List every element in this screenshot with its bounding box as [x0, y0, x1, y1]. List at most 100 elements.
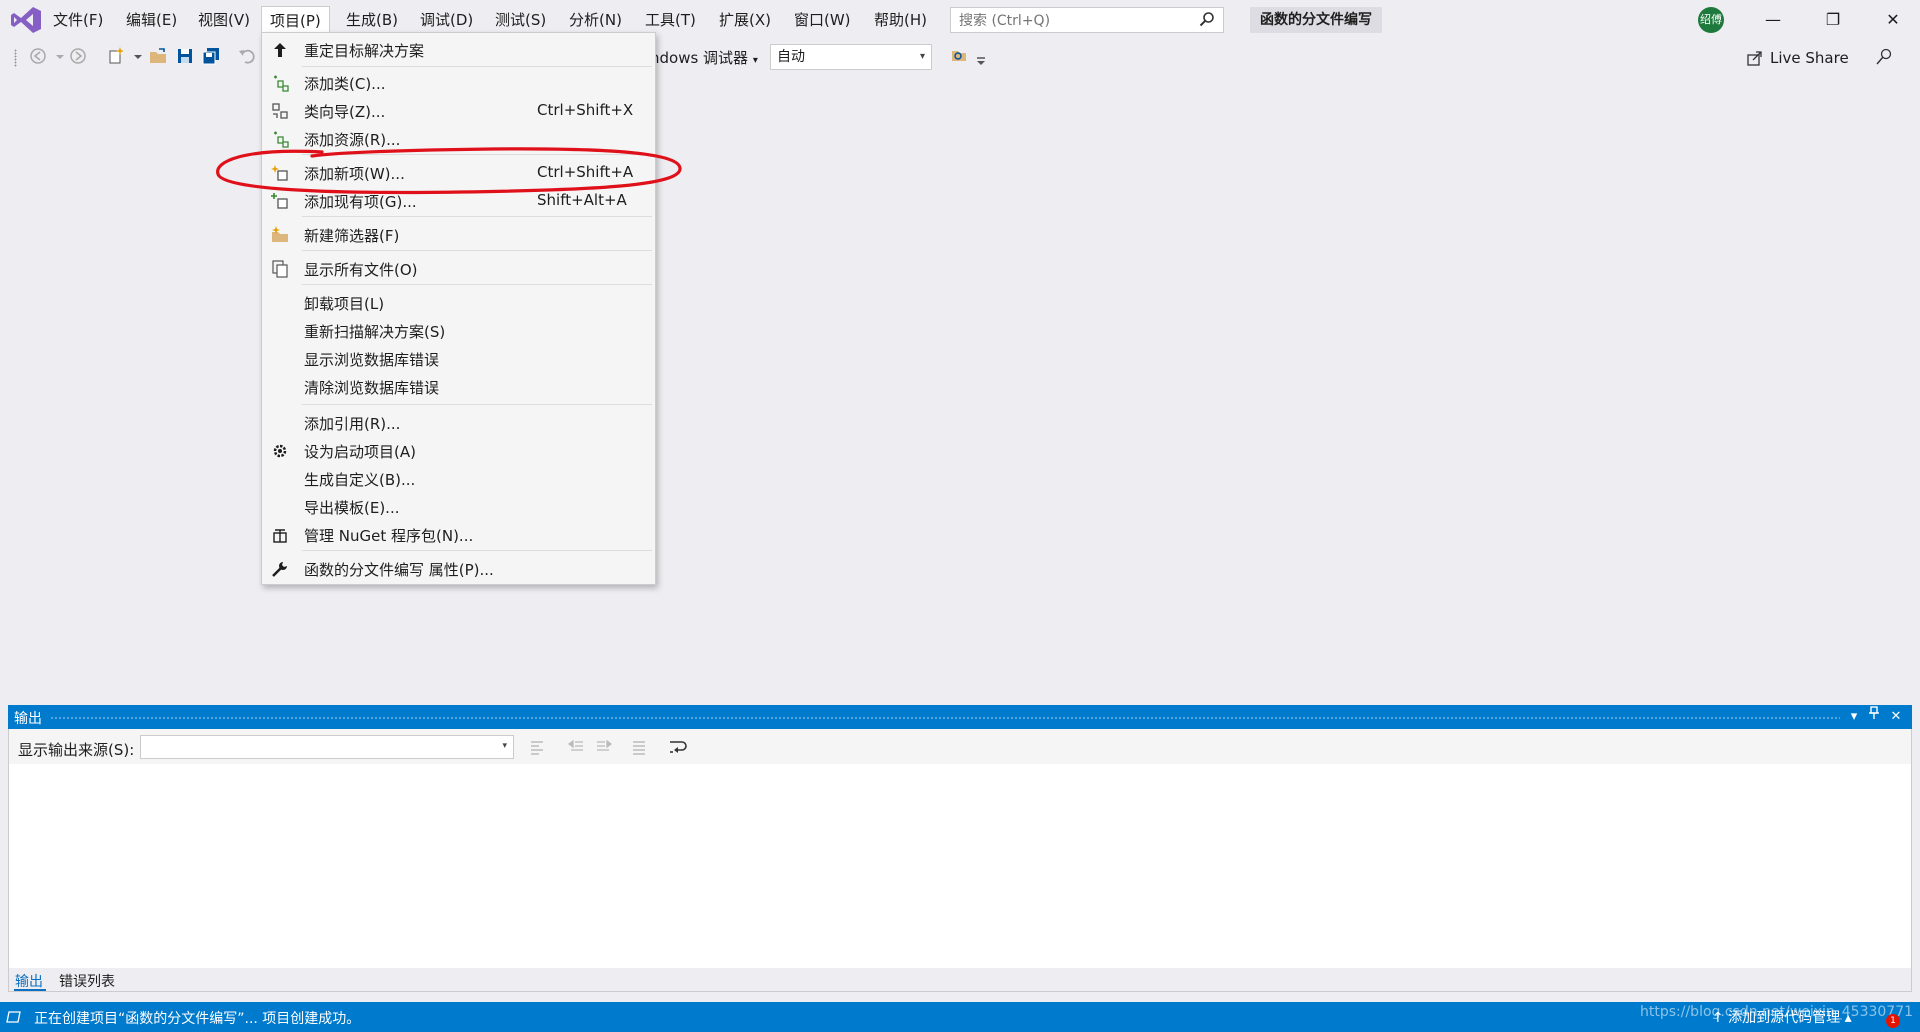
menu-item-add-class[interactable]: 添加类(C)...: [262, 70, 655, 96]
tab-error-list[interactable]: 错误列表: [59, 971, 115, 991]
open-folder-icon[interactable]: [148, 46, 168, 66]
menu-separator: [302, 404, 652, 405]
output-header-grip[interactable]: [50, 716, 1840, 720]
menu-analyze[interactable]: 分析(N): [561, 6, 630, 34]
search-icon[interactable]: [1199, 11, 1215, 27]
menu-item-label: 函数的分文件编写 属性(P)...: [304, 561, 494, 579]
toolbar-options-icon[interactable]: [972, 50, 992, 70]
output-panel-title: 输出: [14, 711, 42, 727]
notification-badge[interactable]: 1: [1886, 1014, 1900, 1028]
menu-item-show-browse-db-errors[interactable]: 显示浏览数据库错误: [262, 346, 655, 372]
live-share-button[interactable]: Live Share: [1770, 47, 1849, 69]
menu-item-unload-project[interactable]: 卸载项目(L): [262, 290, 655, 316]
menu-build[interactable]: 生成(B): [338, 6, 406, 34]
menu-item-class-wizard[interactable]: 类向导(Z)... Ctrl+Shift+X: [262, 98, 655, 124]
chevron-down-icon: ▾: [502, 741, 507, 751]
debugger-label[interactable]: ndows 调试器 ▾: [650, 47, 758, 69]
pin-icon[interactable]: [1864, 706, 1884, 728]
menu-item-new-filter[interactable]: 新建筛选器(F): [262, 222, 655, 248]
output-source-label: 显示输出来源(S):: [18, 741, 135, 759]
search-input[interactable]: [957, 9, 1191, 33]
avatar[interactable]: 绍傅: [1698, 7, 1724, 33]
search-box[interactable]: [950, 7, 1224, 33]
menu-item-set-startup-project[interactable]: 设为启动项目(A): [262, 438, 655, 464]
undo-icon[interactable]: [237, 46, 257, 66]
menu-window[interactable]: 窗口(W): [786, 6, 859, 34]
menu-item-rescan-solution[interactable]: 重新扫描解决方案(S): [262, 318, 655, 344]
tab-output[interactable]: 输出: [15, 971, 43, 991]
output-text-area[interactable]: [9, 764, 1911, 968]
menu-item-label: 设为启动项目(A): [304, 443, 416, 461]
save-icon[interactable]: [175, 46, 195, 66]
new-filter-icon: [272, 226, 288, 242]
find-next-icon[interactable]: [594, 738, 612, 756]
menu-item-label: 导出模板(E)...: [304, 499, 400, 517]
back-dropdown-icon[interactable]: [50, 46, 70, 66]
project-menu: 重定目标解决方案 添加类(C)... 类向导(Z)... Ctrl+Shift+…: [261, 32, 656, 585]
restore-button[interactable]: ❐: [1813, 4, 1853, 36]
show-all-files-icon: [272, 260, 288, 278]
menu-file[interactable]: 文件(F): [45, 6, 111, 34]
toolbar-grip[interactable]: [14, 49, 17, 67]
active-tab-indicator: [14, 989, 46, 991]
menu-item-label: 添加引用(R)...: [304, 415, 401, 433]
minimize-button[interactable]: —: [1753, 4, 1793, 36]
menu-item-label: 重定目标解决方案: [304, 42, 425, 60]
config-select-value: 自动: [777, 49, 805, 65]
config-select[interactable]: 自动 ▾: [770, 44, 932, 70]
menu-item-show-all-files[interactable]: 显示所有文件(O): [262, 256, 655, 282]
menu-edit[interactable]: 编辑(E): [118, 6, 185, 34]
menu-item-label: 显示浏览数据库错误: [304, 351, 440, 369]
menu-item-label: 类向导(Z)...: [304, 103, 386, 121]
output-tab-strip: [9, 968, 1911, 991]
add-to-source-control-button[interactable]: ↑ 添加到源代码管理 ▴: [1712, 1007, 1852, 1027]
close-window-button[interactable]: ✕: [1873, 4, 1913, 36]
back-icon[interactable]: [28, 46, 48, 66]
output-dropdown-button[interactable]: ▾: [1844, 706, 1864, 728]
goto-prev-message-icon[interactable]: [528, 738, 546, 756]
menu-extensions[interactable]: 扩展(X): [711, 6, 779, 34]
menu-debug[interactable]: 调试(D): [412, 6, 481, 34]
share-icon[interactable]: [1746, 49, 1764, 67]
gear-icon: [273, 444, 287, 458]
menu-item-properties[interactable]: 函数的分文件编写 属性(P)...: [262, 556, 655, 582]
new-dropdown-icon[interactable]: [128, 46, 148, 66]
menu-help[interactable]: 帮助(H): [866, 6, 935, 34]
menu-item-label: 重新扫描解决方案(S): [304, 323, 446, 341]
menu-separator: [302, 550, 652, 551]
menu-item-export-template[interactable]: 导出模板(E)...: [262, 494, 655, 520]
menu-separator: [302, 66, 652, 67]
menu-item-label: 新建筛选器(F): [304, 227, 400, 245]
menu-separator: [302, 284, 652, 285]
status-message-icon: [6, 1011, 21, 1023]
menu-item-label: 清除浏览数据库错误: [304, 379, 440, 397]
visual-studio-logo-icon[interactable]: [10, 6, 42, 34]
red-annotation-circle: [216, 147, 682, 195]
find-prev-icon[interactable]: [568, 738, 586, 756]
menu-item-label: 卸载项目(L): [304, 295, 385, 313]
menu-project[interactable]: 项目(P): [261, 6, 330, 35]
chevron-down-icon: ▾: [919, 51, 925, 62]
menu-item-manage-nuget[interactable]: 管理 NuGet 程序包(N)...: [262, 522, 655, 548]
clear-all-icon[interactable]: [630, 738, 648, 756]
menu-item-retarget-solution[interactable]: 重定目标解决方案: [262, 37, 655, 63]
menu-item-add-reference[interactable]: 添加引用(R)...: [262, 410, 655, 436]
output-close-button[interactable]: ✕: [1886, 706, 1906, 728]
menu-item-clear-browse-db-errors[interactable]: 清除浏览数据库错误: [262, 374, 655, 400]
menu-test[interactable]: 测试(S): [487, 6, 554, 34]
output-source-select[interactable]: ▾: [140, 735, 514, 759]
find-in-files-icon[interactable]: [950, 46, 970, 66]
wrench-icon: [272, 562, 287, 577]
save-all-icon[interactable]: [201, 46, 221, 66]
toggle-word-wrap-icon[interactable]: [668, 738, 688, 756]
nuget-icon: [273, 529, 287, 543]
menu-item-shortcut: Ctrl+Shift+X: [537, 101, 634, 119]
feedback-icon[interactable]: [1874, 47, 1894, 67]
status-text: 正在创建项目“函数的分文件编写”... 项目创建成功。: [34, 1011, 361, 1027]
menu-view[interactable]: 视图(V): [190, 6, 258, 34]
forward-icon[interactable]: [68, 46, 88, 66]
new-project-icon[interactable]: [106, 46, 126, 66]
menu-item-build-customizations[interactable]: 生成自定义(B)...: [262, 466, 655, 492]
class-wizard-icon: [272, 103, 288, 119]
menu-tools[interactable]: 工具(T): [637, 6, 704, 34]
